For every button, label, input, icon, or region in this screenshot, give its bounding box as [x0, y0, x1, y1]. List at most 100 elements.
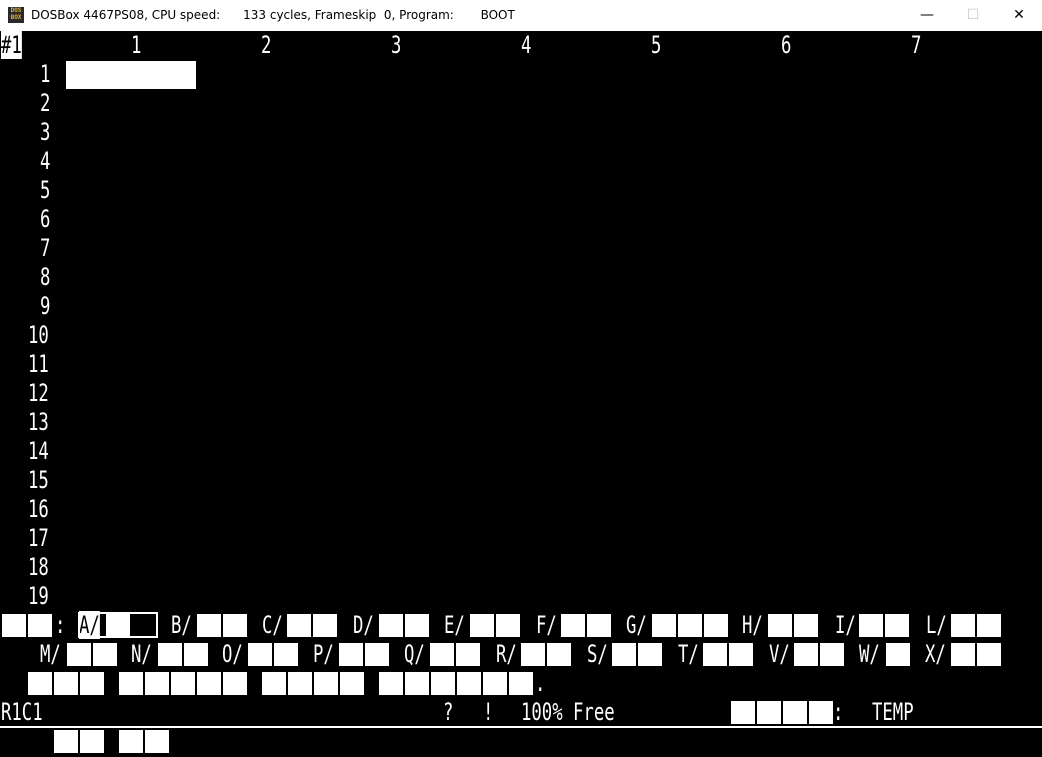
menu-glyph-block	[521, 643, 545, 666]
title-bar[interactable]: DOS BOX DOSBox 4467PS08, CPU speed: 133 …	[0, 0, 1042, 31]
menu-glyph-block	[339, 643, 363, 666]
menu-glyph-block	[248, 643, 272, 666]
menu-item-q[interactable]: Q/	[404, 640, 425, 668]
menu-glyph-block	[80, 672, 104, 695]
column-header: 2	[261, 31, 272, 59]
status-glyph-block	[757, 701, 781, 724]
row-header: 5	[40, 176, 51, 204]
menu-glyph-block	[547, 643, 571, 666]
menu-item-f[interactable]: F/	[536, 611, 557, 639]
menu-glyph-block	[612, 643, 636, 666]
menu-glyph-block	[456, 643, 480, 666]
menu-item-t[interactable]: T/	[678, 640, 699, 668]
menu-item-n[interactable]: N/	[131, 640, 152, 668]
menu-glyph-block	[561, 614, 585, 637]
menu-glyph-block	[886, 643, 910, 666]
menu-item-i[interactable]: I/	[835, 611, 856, 639]
title-program: BOOT	[480, 8, 515, 22]
maximize-button[interactable]: ☐	[950, 0, 996, 31]
menu-glyph-block	[794, 643, 818, 666]
menu-glyph-block	[223, 672, 247, 695]
menu-glyph-block	[509, 672, 533, 695]
menu-glyph-block	[405, 672, 429, 695]
row-header: 19	[28, 582, 49, 610]
row-header: 16	[28, 495, 49, 523]
minimize-button[interactable]: —	[904, 0, 950, 31]
menu-item-e[interactable]: E/	[444, 611, 465, 639]
maximize-icon: ☐	[966, 7, 980, 23]
cell-reference: R1C1	[1, 698, 43, 726]
menu-glyph-block	[54, 672, 78, 695]
row-header: 1	[40, 60, 51, 88]
menu-glyph-block	[859, 614, 883, 637]
menu-item-s[interactable]: S/	[587, 640, 608, 668]
menu-item-d[interactable]: D/	[353, 611, 374, 639]
status-glyph-block	[809, 701, 833, 724]
menu-item-x[interactable]: X/	[925, 640, 946, 668]
row-header: 13	[28, 408, 49, 436]
dos-screen[interactable]: #1 1 2 3 4 5 6 7 1 2 3 4 5 6 7 8 9 10 11…	[0, 31, 1042, 757]
menu-item-h[interactable]: H/	[742, 611, 763, 639]
menu-glyph-block	[379, 672, 403, 695]
close-button[interactable]: ✕	[996, 0, 1042, 31]
menu-glyph-block	[197, 614, 221, 637]
menu-glyph-block	[171, 672, 195, 695]
file-name: TEMP	[872, 698, 914, 726]
menu-glyph-block	[313, 614, 337, 637]
title-cycles: 133 cycles, Frameskip 0, Program:	[243, 8, 454, 22]
input-glyph-block	[54, 730, 78, 753]
menu-glyph-block	[768, 614, 792, 637]
menu-glyph-block	[287, 614, 311, 637]
menu-glyph-block	[431, 672, 455, 695]
menu-item-g[interactable]: G/	[626, 611, 647, 639]
menu-glyph-block	[405, 614, 429, 637]
menu-period: .	[535, 669, 546, 697]
row-header: 4	[40, 147, 51, 175]
menu-glyph-block	[314, 672, 338, 695]
menu-item-r[interactable]: R/	[496, 640, 517, 668]
menu-glyph-block	[365, 643, 389, 666]
menu-item-l[interactable]: L/	[926, 611, 947, 639]
menu-glyph-block	[93, 643, 117, 666]
status-bang: !	[483, 698, 494, 726]
row-header: 18	[28, 553, 49, 581]
menu-selection-box	[78, 612, 158, 638]
dosbox-app-icon[interactable]: DOS BOX	[8, 7, 24, 23]
row-header: 15	[28, 466, 49, 494]
menu-glyph-block	[951, 643, 975, 666]
menu-glyph-block	[28, 614, 52, 637]
column-header: 6	[781, 31, 792, 59]
menu-glyph-block	[274, 643, 298, 666]
menu-item-m[interactable]: M/	[40, 640, 61, 668]
menu-glyph-block	[638, 643, 662, 666]
column-header: 4	[521, 31, 532, 59]
row-header: 7	[40, 234, 51, 262]
menu-glyph-block	[379, 614, 403, 637]
row-header: 9	[40, 292, 51, 320]
menu-item-v[interactable]: V/	[769, 640, 790, 668]
column-header: 7	[911, 31, 922, 59]
row-header: 6	[40, 205, 51, 233]
row-header: 12	[28, 379, 49, 407]
input-glyph-block	[80, 730, 104, 753]
menu-glyph-block	[885, 614, 909, 637]
menu-glyph-block	[67, 643, 91, 666]
menu-glyph-block	[288, 672, 312, 695]
menu-glyph-block	[470, 614, 494, 637]
menu-item-b[interactable]: B/	[171, 611, 192, 639]
menu-glyph-block	[496, 614, 520, 637]
menu-glyph-block	[262, 672, 286, 695]
menu-item-o[interactable]: O/	[222, 640, 243, 668]
menu-item-p[interactable]: P/	[313, 640, 334, 668]
menu-glyph-block	[703, 643, 727, 666]
menu-item-w[interactable]: W/	[859, 640, 880, 668]
cell-cursor[interactable]	[66, 61, 196, 89]
menu-colon: :	[55, 611, 66, 639]
row-header: 11	[28, 350, 49, 378]
menu-glyph-block	[587, 614, 611, 637]
close-icon: ✕	[1013, 7, 1025, 23]
status-glyph-block	[783, 701, 807, 724]
menu-item-c[interactable]: C/	[262, 611, 283, 639]
menu-glyph-block	[704, 614, 728, 637]
menu-glyph-block	[951, 614, 975, 637]
